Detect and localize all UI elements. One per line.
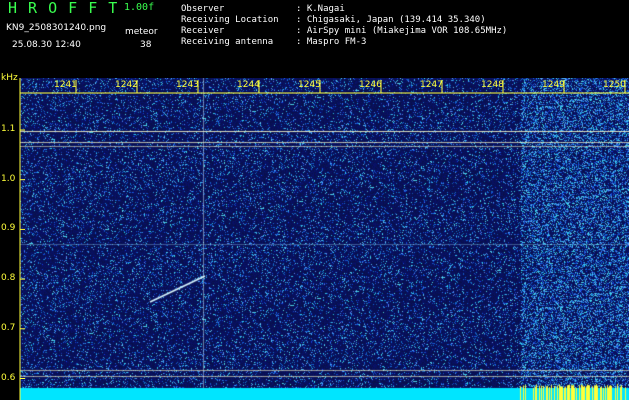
axis-lines bbox=[19, 78, 629, 400]
